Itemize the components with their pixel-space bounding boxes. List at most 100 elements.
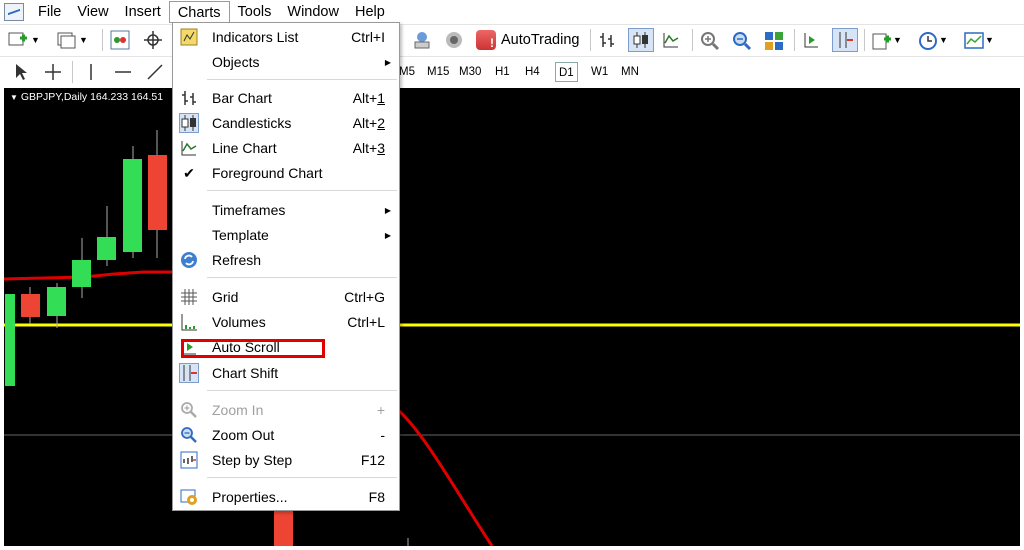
candlesticks-icon [179, 113, 199, 133]
timeframe-w1[interactable]: W1 [588, 62, 611, 82]
open-meta-editor-button[interactable] [412, 28, 432, 52]
line-chart-button[interactable] [662, 28, 680, 52]
submenu-arrow-icon: ▶ [384, 57, 391, 67]
autotrading-icon [476, 30, 496, 50]
menu-item-foreground-chart[interactable]: ✔ Foreground Chart [173, 161, 399, 185]
menu-item-indicators-list[interactable]: Indicators List Ctrl+I [173, 25, 399, 49]
chevron-down-icon[interactable]: ▼ [31, 35, 40, 45]
candle [47, 283, 66, 328]
refresh-icon [179, 250, 199, 270]
candle [123, 146, 142, 258]
line-studies-toolbar: M5 M15 M30 H1 H4 D1 W1 MN [0, 56, 1024, 86]
candlesticks-button[interactable] [628, 28, 654, 52]
candle [274, 510, 293, 546]
submenu-arrow-icon: ▶ [384, 205, 391, 215]
menu-item-properties[interactable]: Properties... F8 [173, 485, 399, 509]
menu-item-timeframes[interactable]: Timeframes ▶ [173, 198, 399, 222]
zoom-out-icon [732, 31, 752, 51]
crosshair-icon [44, 63, 62, 81]
menu-item-volumes[interactable]: Volumes Ctrl+L [173, 310, 399, 334]
menu-insert[interactable]: Insert [117, 1, 169, 23]
trendline-button[interactable] [146, 60, 164, 84]
menu-charts[interactable]: Charts [168, 1, 230, 23]
chevron-down-icon[interactable]: ▼ [985, 35, 994, 45]
indicators-button[interactable]: ▼ [872, 28, 902, 52]
chart-title: ▼ GBPJPY,Daily 164.233 164.51 [10, 91, 164, 103]
bar-chart-icon [179, 88, 199, 108]
zoom-out-button[interactable] [732, 28, 752, 52]
profiles-button[interactable]: ▼ [56, 28, 88, 52]
zoom-in-icon [179, 400, 199, 420]
bar-chart-icon [598, 31, 616, 49]
autotrading-button[interactable]: AutoTrading [476, 28, 579, 52]
line-chart-icon [662, 31, 680, 49]
menu-item-zoom-in[interactable]: Zoom In + [173, 398, 399, 422]
navigator-button[interactable] [143, 28, 163, 52]
menu-item-refresh[interactable]: Refresh [173, 248, 399, 272]
chart-shift-button[interactable] [832, 28, 858, 52]
bar-chart-button[interactable] [598, 28, 616, 52]
periods-button[interactable]: ▼ [918, 28, 948, 52]
menu-item-line-chart[interactable]: Line Chart Alt+3 [173, 136, 399, 160]
checkmark-icon: ✔ [183, 164, 195, 181]
volumes-icon [179, 312, 199, 332]
menu-view[interactable]: View [69, 1, 116, 23]
clock-icon [918, 31, 937, 50]
zoom-out-icon [179, 425, 199, 445]
new-chart-button[interactable]: ▼ [8, 28, 40, 52]
tile-windows-button[interactable] [764, 28, 783, 52]
timeframe-m15[interactable]: M15 [424, 62, 452, 82]
menu-item-zoom-out[interactable]: Zoom Out - [173, 423, 399, 447]
timeframe-d1[interactable]: D1 [555, 62, 578, 82]
submenu-arrow-icon: ▶ [384, 230, 391, 240]
crosshair-icon [143, 30, 163, 50]
horizontal-line-button[interactable] [114, 60, 132, 84]
chart-window[interactable]: ▼ GBPJPY,Daily 164.233 164.51 [4, 88, 1020, 546]
vertical-line-icon [82, 63, 100, 81]
menu-file[interactable]: File [30, 1, 69, 23]
menu-item-bar-chart[interactable]: Bar Chart Alt+1 [173, 86, 399, 110]
menu-item-objects[interactable]: Objects ▶ [173, 50, 399, 74]
timeframe-m30[interactable]: M30 [456, 62, 484, 82]
signals-icon [444, 30, 464, 50]
menu-window[interactable]: Window [279, 1, 347, 23]
timeframe-mn[interactable]: MN [618, 62, 642, 82]
cursor-button[interactable] [12, 60, 30, 84]
signals-button[interactable] [444, 28, 464, 52]
properties-icon [179, 487, 199, 507]
menu-tools[interactable]: Tools [230, 1, 280, 23]
app-icon [4, 3, 24, 21]
templates-icon [964, 31, 984, 49]
auto-scroll-button[interactable] [802, 28, 820, 52]
timeframe-h4[interactable]: H4 [522, 62, 543, 82]
chevron-down-icon[interactable]: ▼ [893, 35, 902, 45]
templates-button[interactable]: ▼ [964, 28, 994, 52]
horizontal-line-icon [114, 63, 132, 81]
profiles-icon [56, 30, 76, 50]
menu-help[interactable]: Help [347, 1, 393, 23]
chart-shift-icon [836, 31, 854, 49]
standard-toolbar: ▼ ▼ AutoTrading [0, 24, 1024, 54]
meta-editor-icon [412, 30, 432, 50]
indicators-list-icon [179, 27, 199, 47]
crosshair-button[interactable] [44, 60, 62, 84]
vertical-line-button[interactable] [82, 60, 100, 84]
menu-item-grid[interactable]: Grid Ctrl+G [173, 285, 399, 309]
step-by-step-icon [179, 450, 199, 470]
zoom-in-button[interactable] [700, 28, 720, 52]
menu-bar: File View Insert Charts Tools Window Hel… [0, 0, 1024, 24]
menu-item-chart-shift[interactable]: Chart Shift [173, 361, 399, 385]
timeframe-h1[interactable]: H1 [492, 62, 513, 82]
chevron-down-icon[interactable]: ▼ [79, 35, 88, 45]
menu-item-candlesticks[interactable]: Candlesticks Alt+2 [173, 111, 399, 135]
chevron-down-icon[interactable]: ▼ [939, 35, 948, 45]
candle [5, 294, 15, 386]
menu-item-step-by-step[interactable]: Step by Step F12 [173, 448, 399, 472]
market-watch-button[interactable] [110, 28, 130, 52]
indicators-icon [872, 31, 891, 50]
grid-icon [179, 287, 199, 307]
candle [72, 238, 91, 298]
auto-scroll-highlight-box [181, 339, 325, 358]
menu-item-template[interactable]: Template ▶ [173, 223, 399, 247]
new-chart-icon [8, 30, 28, 50]
